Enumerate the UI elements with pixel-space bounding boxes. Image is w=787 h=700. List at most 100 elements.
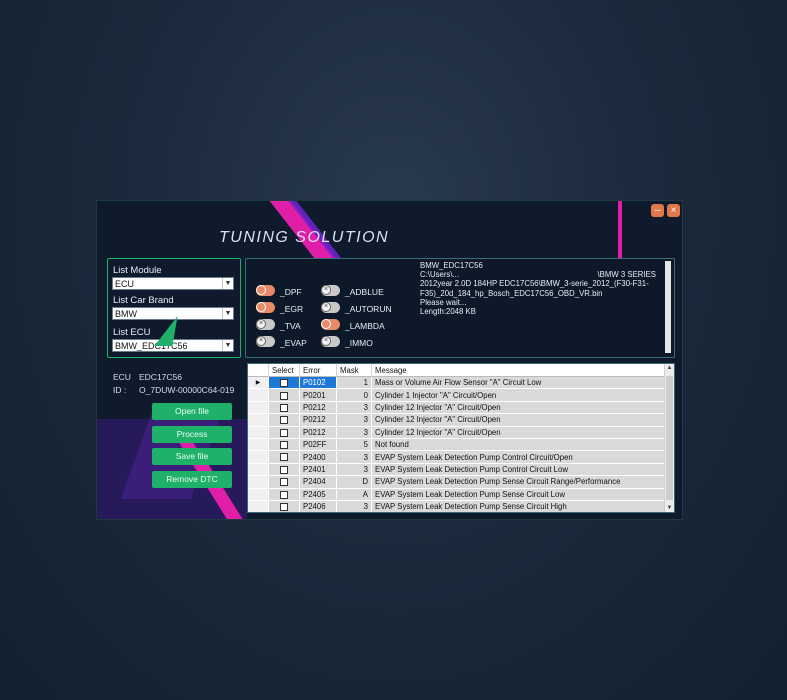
- adblue-toggle[interactable]: ×: [321, 285, 340, 296]
- message-cell: Cylinder 12 Injector "A" Circuit/Open: [371, 401, 669, 415]
- ecu-value: BMW_EDC17C56: [115, 341, 188, 351]
- module-select[interactable]: ECU ▼: [112, 277, 234, 290]
- log-scrollbar[interactable]: [665, 261, 671, 353]
- select-checkbox[interactable]: [268, 450, 300, 464]
- module-label: List Module: [113, 265, 162, 276]
- select-checkbox[interactable]: [268, 401, 300, 415]
- table-row[interactable]: P0201 0 Cylinder 1 Injector "A" Circuit/…: [248, 388, 669, 402]
- toggle-knob-icon: ×: [321, 285, 331, 295]
- select-checkbox[interactable]: [268, 426, 300, 439]
- select-checkbox[interactable]: [268, 376, 300, 390]
- log-line: F35)_20d_184_hp_Bosch_EDC17C56_OBD_VR.bi…: [420, 288, 603, 298]
- table-row[interactable]: P2405 A EVAP System Leak Detection Pump …: [248, 488, 669, 501]
- error-cell: P2401: [299, 463, 337, 477]
- scroll-up-icon[interactable]: ▲: [665, 365, 674, 371]
- select-checkbox[interactable]: [268, 488, 300, 501]
- row-header-cell: [248, 401, 269, 415]
- row-header-cell: [248, 413, 269, 427]
- error-cell: P0212: [299, 413, 337, 427]
- app-title: TUNING SOLUTION: [219, 229, 390, 246]
- table-row[interactable]: P2400 3 EVAP System Leak Detection Pump …: [248, 450, 669, 464]
- error-cell: P2400: [299, 450, 337, 464]
- lambda-toggle[interactable]: [321, 319, 340, 330]
- autorun-toggle[interactable]: ×: [321, 302, 340, 313]
- scroll-down-icon[interactable]: ▼: [665, 505, 674, 511]
- message-cell: Cylinder 12 Injector "A" Circuit/Open: [371, 413, 669, 427]
- select-checkbox[interactable]: [268, 438, 300, 452]
- table-row[interactable]: P0212 3 Cylinder 12 Injector "A" Circuit…: [248, 426, 669, 439]
- select-checkbox[interactable]: [268, 388, 300, 402]
- mask-cell: 3: [336, 413, 372, 427]
- ecu-info-key: ECU: [113, 372, 131, 382]
- evap-toggle[interactable]: ×: [256, 336, 275, 347]
- table-row[interactable]: P0212 3 Cylinder 12 Injector "A" Circuit…: [248, 413, 669, 427]
- message-cell: EVAP System Leak Detection Pump Sense Ci…: [371, 475, 669, 489]
- select-column-header[interactable]: Select: [268, 364, 300, 377]
- mask-cell: 3: [336, 463, 372, 477]
- brand-value: BMW: [115, 309, 137, 319]
- message-cell: EVAP System Leak Detection Pump Sense Ci…: [371, 500, 669, 512]
- decor-stripe: [618, 201, 622, 261]
- message-cell: Mass or Volume Air Flow Sensor "A" Circu…: [371, 376, 669, 390]
- tva-toggle[interactable]: ×: [256, 319, 275, 330]
- select-checkbox[interactable]: [268, 463, 300, 477]
- row-header-cell: [248, 388, 269, 402]
- scroll-thumb[interactable]: [666, 376, 673, 500]
- save-file-button[interactable]: Save file: [152, 448, 232, 465]
- table-row[interactable]: P0212 3 Cylinder 12 Injector "A" Circuit…: [248, 401, 669, 415]
- table-row[interactable]: P2406 3 EVAP System Leak Detection Pump …: [248, 500, 669, 512]
- options-panel: _DPF _EGR × _TVA × _EVAP × _ADBLUE × _AU…: [245, 258, 675, 358]
- egr-toggle[interactable]: [256, 302, 275, 313]
- row-header-cell: [248, 450, 269, 464]
- mask-cell: 3: [336, 401, 372, 415]
- mask-cell: 0: [336, 388, 372, 402]
- evap-label: _EVAP: [280, 338, 307, 348]
- toggle-knob-icon: ×: [256, 336, 266, 346]
- table-scrollbar[interactable]: ▲ ▼: [664, 364, 674, 512]
- remove-dtc-button[interactable]: Remove DTC: [152, 471, 232, 488]
- tva-label: _TVA: [280, 321, 301, 331]
- message-cell: EVAP System Leak Detection Pump Control …: [371, 450, 669, 464]
- message-cell: EVAP System Leak Detection Pump Sense Ci…: [371, 488, 669, 501]
- dtc-table: Select Error Mask Message ▶ P0102 1 Mass…: [247, 363, 675, 513]
- immo-toggle[interactable]: ×: [321, 336, 340, 347]
- mask-cell: 3: [336, 426, 372, 439]
- table-row[interactable]: P2401 3 EVAP System Leak Detection Pump …: [248, 463, 669, 477]
- row-header-cell: [248, 463, 269, 477]
- mask-column-header[interactable]: Mask: [336, 364, 372, 377]
- error-cell: P2404: [299, 475, 337, 489]
- app-window: TUNING SOLUTION – × List Module ECU ▼ Li…: [96, 200, 683, 520]
- mask-cell: 1: [336, 376, 372, 390]
- toggle-knob-icon: [256, 302, 266, 312]
- dpf-toggle[interactable]: [256, 285, 275, 296]
- table-row[interactable]: P02FF 5 Not found: [248, 438, 669, 452]
- chevron-down-icon: ▼: [222, 308, 233, 319]
- select-checkbox[interactable]: [268, 475, 300, 489]
- log-line: Please wait...: [420, 297, 467, 307]
- minimize-button[interactable]: –: [651, 204, 664, 217]
- chevron-down-icon: ▼: [222, 340, 233, 351]
- toggle-knob-icon: ×: [321, 336, 331, 346]
- row-header-cell: [248, 488, 269, 501]
- mask-cell: 3: [336, 500, 372, 512]
- error-cell: P0212: [299, 401, 337, 415]
- ecu-info-value: EDC17C56: [139, 372, 182, 382]
- toggle-knob-icon: [256, 285, 266, 295]
- table-row[interactable]: P2404 D EVAP System Leak Detection Pump …: [248, 475, 669, 489]
- open-file-button[interactable]: Open file: [152, 403, 232, 420]
- select-checkbox[interactable]: [268, 500, 300, 512]
- error-cell: P0212: [299, 426, 337, 439]
- process-button[interactable]: Process: [152, 426, 232, 443]
- chevron-down-icon: ▼: [222, 278, 233, 289]
- current-row-icon: ▶: [248, 376, 269, 390]
- error-column-header[interactable]: Error: [299, 364, 337, 377]
- adblue-label: _ADBLUE: [345, 287, 384, 297]
- select-checkbox[interactable]: [268, 413, 300, 427]
- message-cell: Cylinder 12 Injector "A" Circuit/Open: [371, 426, 669, 439]
- mask-cell: 3: [336, 450, 372, 464]
- message-column-header[interactable]: Message: [371, 364, 669, 377]
- table-row[interactable]: ▶ P0102 1 Mass or Volume Air Flow Sensor…: [248, 376, 669, 390]
- brand-label: List Car Brand: [113, 295, 174, 306]
- log-path-start: C:\Users\...: [420, 270, 459, 280]
- close-button[interactable]: ×: [667, 204, 680, 217]
